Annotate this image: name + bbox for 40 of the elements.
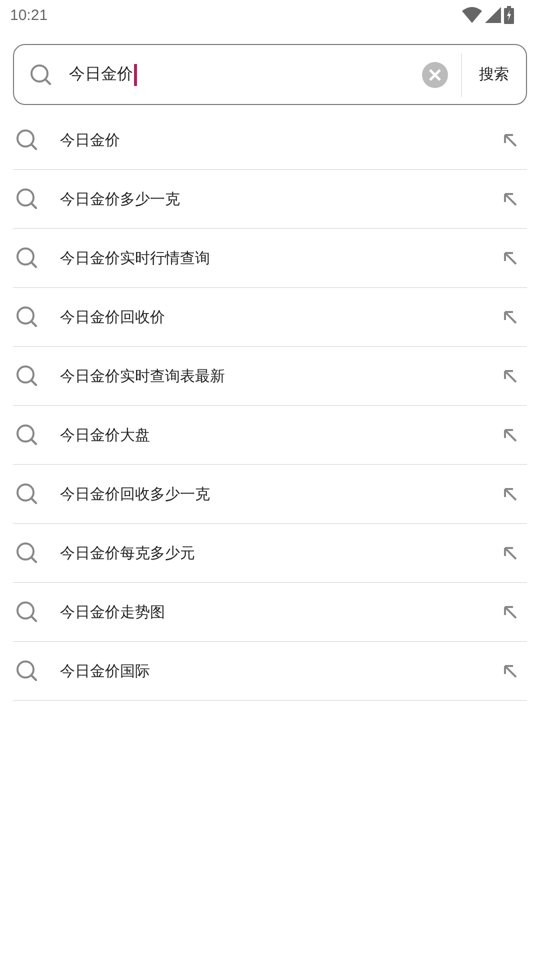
- fill-arrow-icon[interactable]: [502, 545, 518, 561]
- fill-arrow-icon[interactable]: [502, 486, 518, 502]
- search-icon: [15, 128, 39, 152]
- suggestion-item[interactable]: 今日金价每克多少元: [13, 524, 527, 583]
- fill-arrow-icon[interactable]: [502, 132, 518, 148]
- suggestion-item[interactable]: 今日金价实时查询表最新: [13, 347, 527, 406]
- fill-arrow-icon[interactable]: [502, 663, 518, 679]
- suggestion-item[interactable]: 今日金价回收价: [13, 288, 527, 347]
- search-icon: [15, 423, 39, 447]
- fill-arrow-icon[interactable]: [502, 427, 518, 443]
- wifi-icon: [462, 7, 482, 23]
- suggestion-item[interactable]: 今日金价国际: [13, 642, 527, 701]
- input-field[interactable]: 今日金价: [69, 64, 422, 86]
- search-icon: [15, 482, 39, 506]
- fill-arrow-icon[interactable]: [502, 250, 518, 266]
- search-icon: [15, 600, 39, 624]
- search-icon: [15, 305, 39, 329]
- search-icon: [15, 541, 39, 565]
- text-cursor: [134, 64, 137, 86]
- fill-arrow-icon[interactable]: [502, 309, 518, 325]
- search-icon: [29, 62, 53, 86]
- fill-arrow-icon[interactable]: [502, 604, 518, 620]
- battery-icon: [504, 6, 514, 24]
- clock: 10:21: [10, 6, 48, 24]
- search-icon: [15, 187, 39, 211]
- suggestion-item[interactable]: 今日金价走势图: [13, 583, 527, 642]
- suggestion-item[interactable]: 今日金价多少一克: [13, 170, 527, 229]
- search-icon: [15, 246, 39, 270]
- search-button[interactable]: 搜索: [461, 52, 526, 96]
- suggestion-item[interactable]: 今日金价: [13, 111, 527, 170]
- fill-arrow-icon[interactable]: [502, 368, 518, 384]
- suggestion-item[interactable]: 今日金价实时行情查询: [13, 229, 527, 288]
- search-icon: [15, 364, 39, 388]
- suggestion-item[interactable]: 今日金价大盘: [13, 406, 527, 465]
- signal-icon: [485, 7, 501, 23]
- close-icon: [428, 68, 442, 82]
- fill-arrow-icon[interactable]: [502, 191, 518, 207]
- clear-button[interactable]: [422, 62, 448, 88]
- suggestion-item[interactable]: 今日金价回收多少一克: [13, 465, 527, 524]
- search-icon: [15, 659, 39, 683]
